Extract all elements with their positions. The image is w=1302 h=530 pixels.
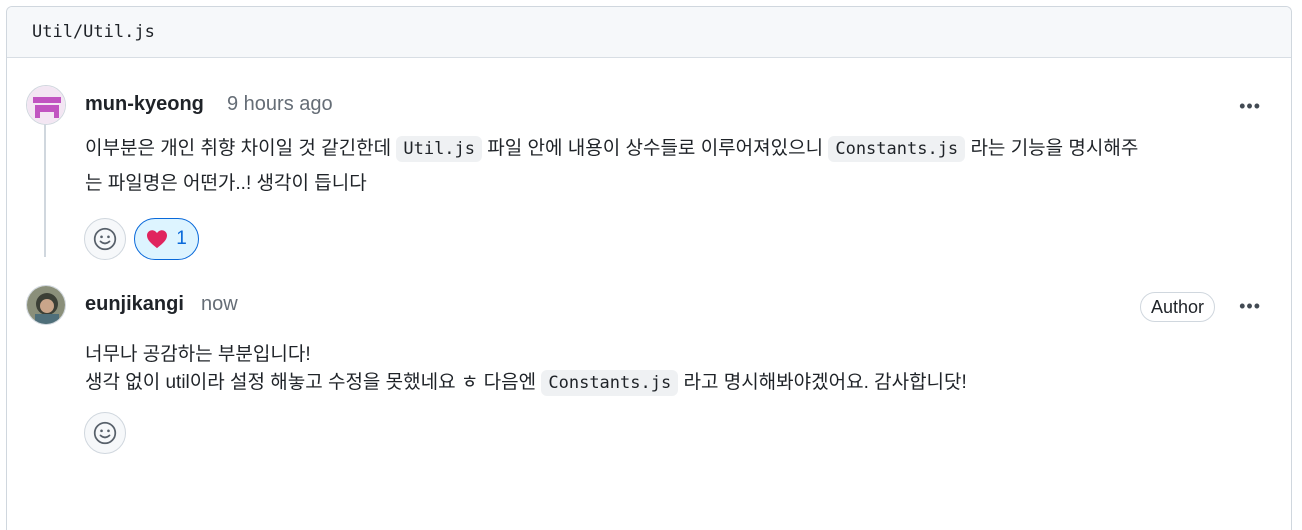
comment-timestamp[interactable]: now bbox=[201, 293, 238, 316]
identicon-icon bbox=[27, 86, 65, 124]
avatar[interactable] bbox=[26, 85, 66, 125]
comment-body-line-2: 생각 없이 util이라 설정 해놓고 수정을 못했네요 ㅎ 다음엔 Const… bbox=[85, 369, 967, 397]
body-text: 파일 안에 내용이 상수들로 이루어져있으니 bbox=[487, 138, 824, 159]
comment-author[interactable]: mun-kyeong bbox=[85, 93, 204, 116]
body-text: 이부분은 개인 취향 차이일 것 같긴한데 bbox=[85, 138, 392, 159]
add-reaction-button[interactable] bbox=[84, 218, 126, 260]
heart-icon bbox=[147, 230, 168, 249]
body-text: 라는 기능을 명시해주 bbox=[970, 138, 1139, 159]
file-path[interactable]: Util/Util.js bbox=[32, 22, 155, 42]
thread-connector-line bbox=[44, 107, 46, 257]
add-reaction-button[interactable] bbox=[84, 412, 126, 454]
profile-photo-icon bbox=[27, 286, 65, 324]
comment-author[interactable]: eunjikangi bbox=[85, 293, 184, 316]
comment-options-button[interactable]: ••• bbox=[1239, 96, 1261, 116]
smiley-icon bbox=[93, 421, 117, 445]
comment-body-line-1: 이부분은 개인 취향 차이일 것 같긴한데 Util.js 파일 안에 내용이 … bbox=[85, 135, 1138, 163]
comment-options-button[interactable]: ••• bbox=[1239, 296, 1261, 316]
comment-body-line-1: 너무나 공감하는 부분입니다! bbox=[85, 344, 311, 365]
body-text: 라고 명시해봐야겠어요. 감사합니닷! bbox=[683, 372, 967, 393]
inline-code: Constants.js bbox=[828, 136, 966, 162]
file-header: Util/Util.js bbox=[7, 7, 1291, 58]
inline-code: Util.js bbox=[396, 136, 483, 162]
heart-reaction-button[interactable]: 1 bbox=[134, 218, 199, 260]
comment-timestamp[interactable]: 9 hours ago bbox=[227, 93, 333, 116]
comment-body-line-2: 는 파일명은 어떤가..! 생각이 듭니다 bbox=[85, 173, 367, 194]
reaction-count: 1 bbox=[176, 228, 187, 249]
body-text: 생각 없이 util이라 설정 해놓고 수정을 못했네요 ㅎ 다음엔 bbox=[85, 372, 537, 393]
review-thread-card: Util/Util.js mun-kyeong 9 hours ago ••• … bbox=[6, 6, 1292, 530]
inline-code: Constants.js bbox=[541, 370, 679, 396]
smiley-icon bbox=[93, 227, 117, 251]
author-badge: Author bbox=[1139, 292, 1215, 322]
avatar[interactable] bbox=[26, 285, 66, 325]
